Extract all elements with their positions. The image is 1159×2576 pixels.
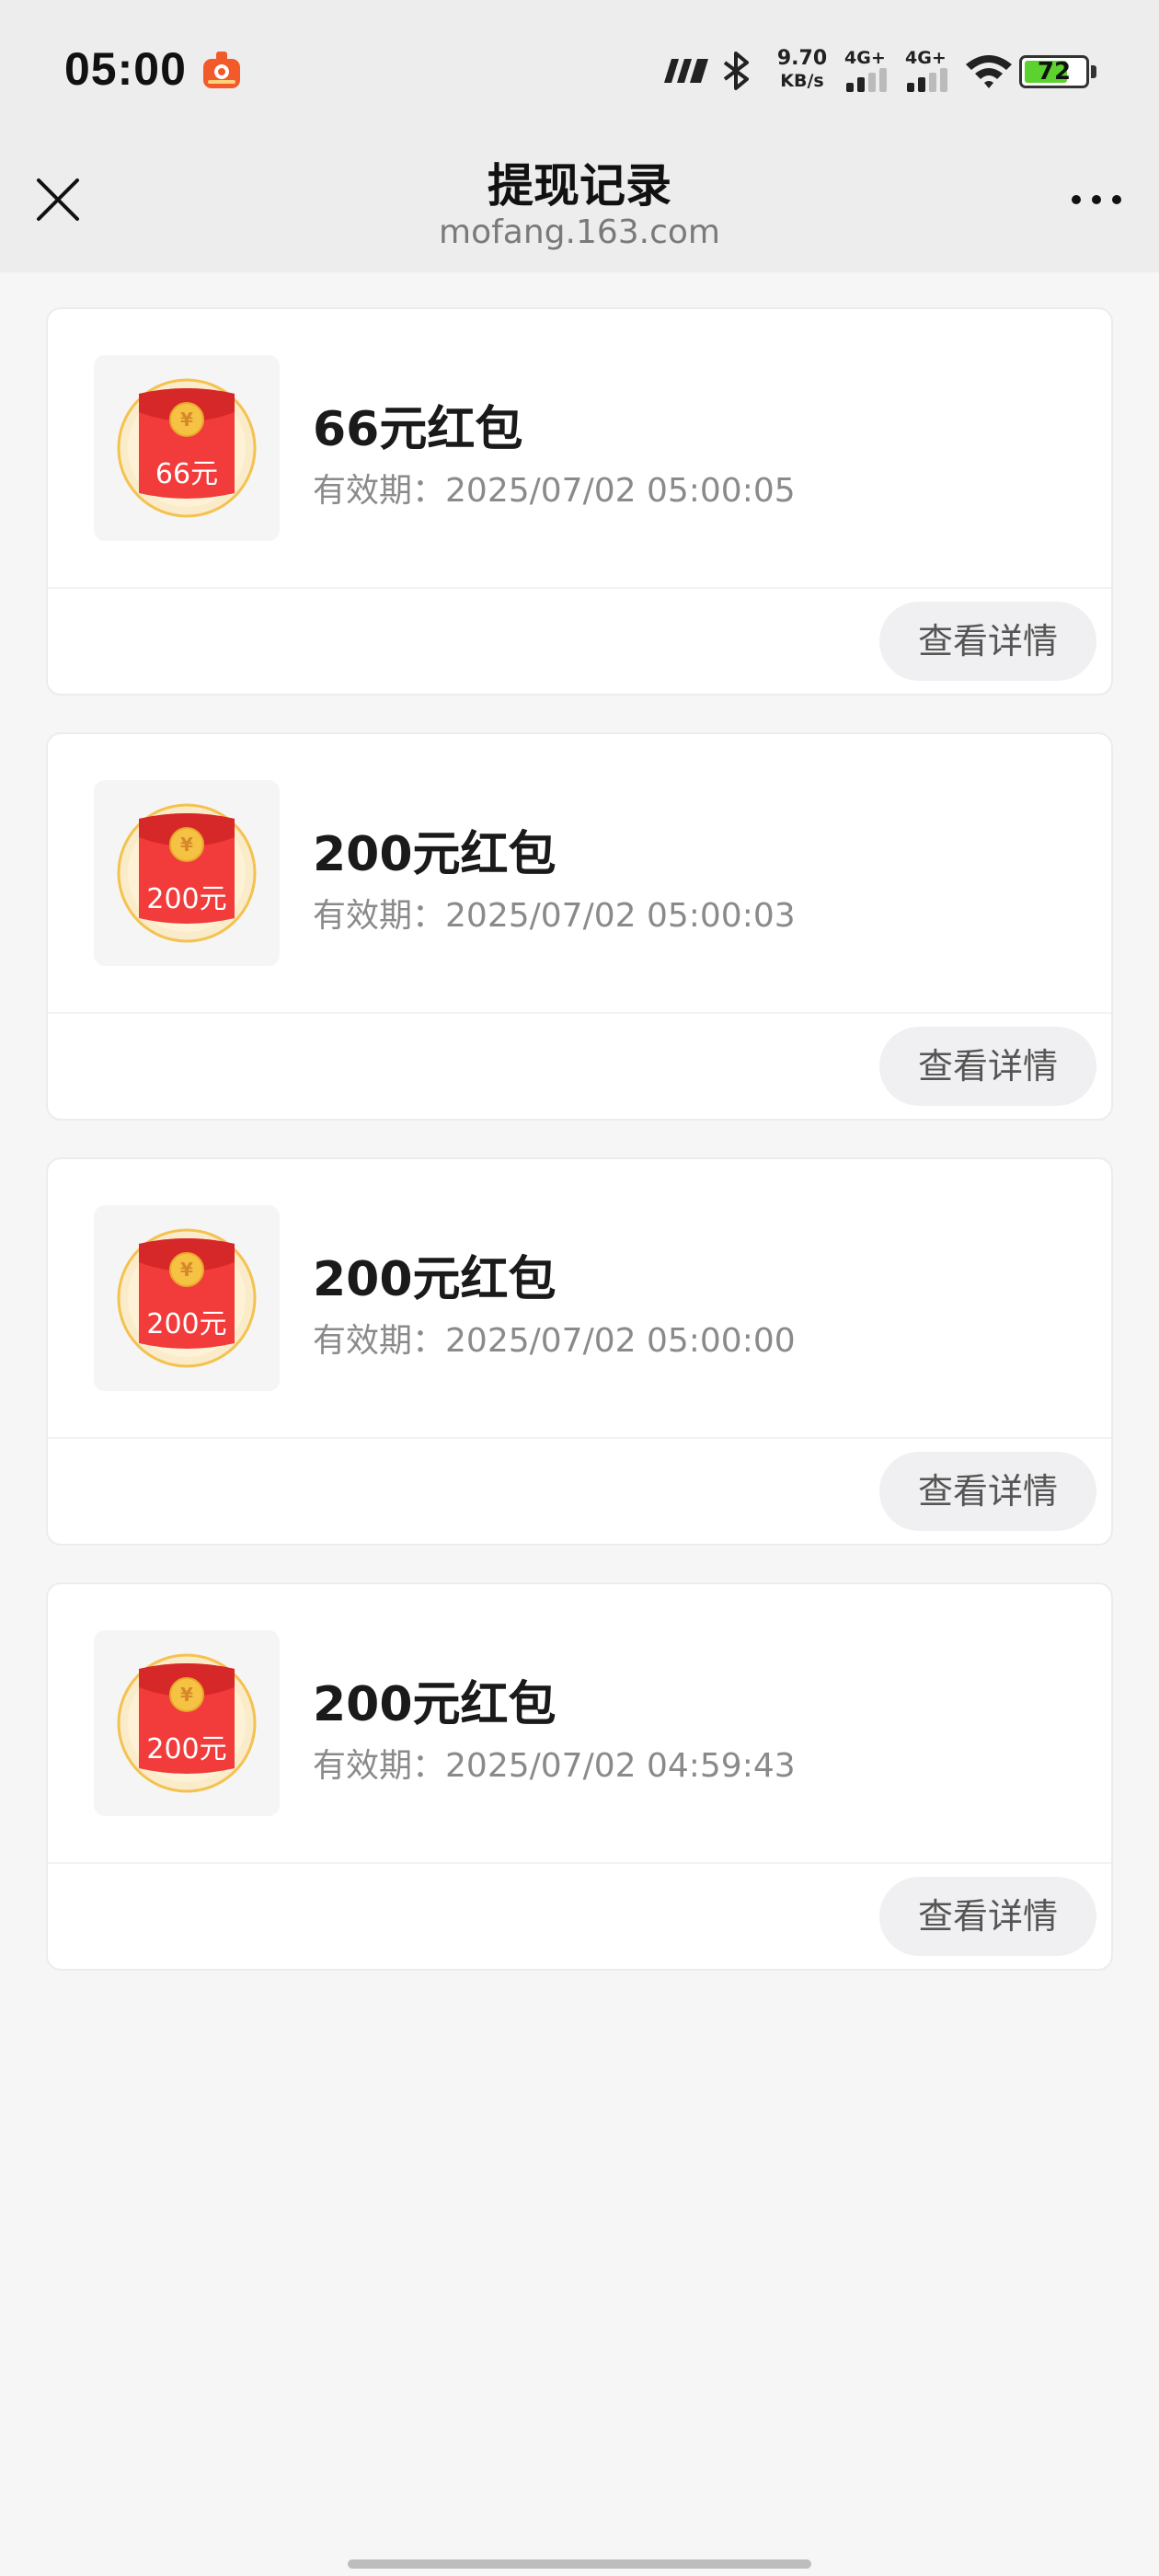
record-card: ¥ 200元 200元红包 有效期：2025/07/02 05:00:00 查看… (46, 1157, 1113, 1546)
record-card: ¥ 200元 200元红包 有效期：2025/07/02 04:59:43 查看… (46, 1582, 1113, 1971)
record-card: ¥ 66元 66元红包 有效期：2025/07/02 05:00:05 查看详情 (46, 307, 1113, 696)
expiry-label: 有效期： (313, 1747, 446, 1785)
card-divider (48, 1012, 1111, 1014)
nav-bar: 提现记录 mofang.163.com (0, 136, 1159, 272)
battery-icon: 72 (1019, 55, 1096, 88)
page: 05:00 9.70 KB/s 4G+ 4G+ 72 提现记录 mofang.1… (0, 0, 1159, 2576)
status-bar: 05:00 9.70 KB/s 4G+ 4G+ 72 (0, 0, 1159, 136)
network-indicator-2: 4G+ (905, 48, 957, 92)
page-domain: mofang.163.com (439, 213, 720, 251)
svg-text:¥: ¥ (180, 1684, 193, 1706)
record-expiry: 有效期：2025/07/02 05:00:00 (313, 1314, 796, 1362)
record-expiry: 有效期：2025/07/02 05:00:05 (313, 464, 796, 512)
envelope-amount: 66元 (155, 458, 219, 490)
signal-bars-icon (907, 68, 947, 92)
home-indicator[interactable] (348, 2559, 811, 2569)
svg-text:¥: ¥ (180, 1259, 193, 1281)
red-envelope-icon: ¥ (117, 803, 257, 943)
expiry-value: 2025/07/02 05:00:00 (445, 1322, 796, 1360)
speed-unit: KB/s (780, 71, 824, 91)
network-type-label: 4G+ (905, 48, 947, 68)
more-icon[interactable] (1063, 177, 1130, 223)
card-divider (48, 1437, 1111, 1439)
record-expiry: 有效期：2025/07/02 05:00:03 (313, 889, 796, 937)
card-divider (48, 1862, 1111, 1864)
red-envelope-icon: ¥ (117, 1653, 257, 1793)
expiry-value: 2025/07/02 04:59:43 (445, 1747, 796, 1785)
svg-text:¥: ¥ (180, 834, 193, 856)
battery-cap (1091, 65, 1096, 78)
bluetooth-icon (723, 52, 749, 90)
red-envelope-icon: ¥ (117, 1228, 257, 1368)
withdrawal-record-list: ¥ 66元 66元红包 有效期：2025/07/02 05:00:05 查看详情… (46, 307, 1113, 2007)
battery-level: 72 (1037, 58, 1072, 86)
record-card-body[interactable]: ¥ 200元 200元红包 有效期：2025/07/02 05:00:03 (48, 734, 1111, 1012)
red-app-notification-icon (203, 52, 240, 88)
signal-bars-icon (846, 68, 887, 92)
network-speed: 9.70 KB/s (773, 48, 832, 92)
envelope-amount: 200元 (146, 883, 227, 915)
expiry-label: 有效期： (313, 1322, 446, 1360)
network-type-label: 4G+ (844, 48, 886, 68)
red-envelope-thumbnail: ¥ 200元 (94, 1630, 280, 1816)
record-card-body[interactable]: ¥ 66元 66元红包 有效期：2025/07/02 05:00:05 (48, 309, 1111, 587)
view-details-button[interactable]: 查看详情 (879, 1027, 1096, 1106)
hd-signal-icon (664, 59, 708, 83)
expiry-label: 有效期： (313, 472, 446, 510)
network-indicator-1: 4G+ (844, 48, 896, 92)
view-details-button[interactable]: 查看详情 (879, 1877, 1096, 1956)
expiry-value: 2025/07/02 05:00:05 (445, 472, 796, 510)
speed-value: 9.70 (776, 47, 828, 70)
envelope-amount: 200元 (146, 1308, 227, 1340)
status-time: 05:00 (64, 43, 187, 95)
card-divider (48, 587, 1111, 589)
record-expiry: 有效期：2025/07/02 04:59:43 (313, 1739, 796, 1787)
red-envelope-thumbnail: ¥ 200元 (94, 780, 280, 966)
record-card-body[interactable]: ¥ 200元 200元红包 有效期：2025/07/02 04:59:43 (48, 1584, 1111, 1862)
expiry-value: 2025/07/02 05:00:03 (445, 897, 796, 935)
svg-text:¥: ¥ (180, 408, 193, 431)
red-envelope-thumbnail: ¥ 200元 (94, 1205, 280, 1391)
record-title: 200元红包 (313, 1252, 557, 1307)
view-details-button[interactable]: 查看详情 (879, 1452, 1096, 1531)
red-envelope-thumbnail: ¥ 66元 (94, 355, 280, 541)
record-title: 200元红包 (313, 1677, 557, 1732)
record-card: ¥ 200元 200元红包 有效期：2025/07/02 05:00:03 查看… (46, 732, 1113, 1121)
record-card-body[interactable]: ¥ 200元 200元红包 有效期：2025/07/02 05:00:00 (48, 1159, 1111, 1437)
envelope-amount: 200元 (146, 1733, 227, 1765)
page-title: 提现记录 (488, 159, 671, 213)
red-envelope-icon: ¥ (117, 378, 257, 518)
expiry-label: 有效期： (313, 897, 446, 935)
record-title: 66元红包 (313, 402, 523, 457)
record-title: 200元红包 (313, 827, 557, 882)
view-details-button[interactable]: 查看详情 (879, 602, 1096, 681)
wifi-icon (966, 55, 1012, 88)
